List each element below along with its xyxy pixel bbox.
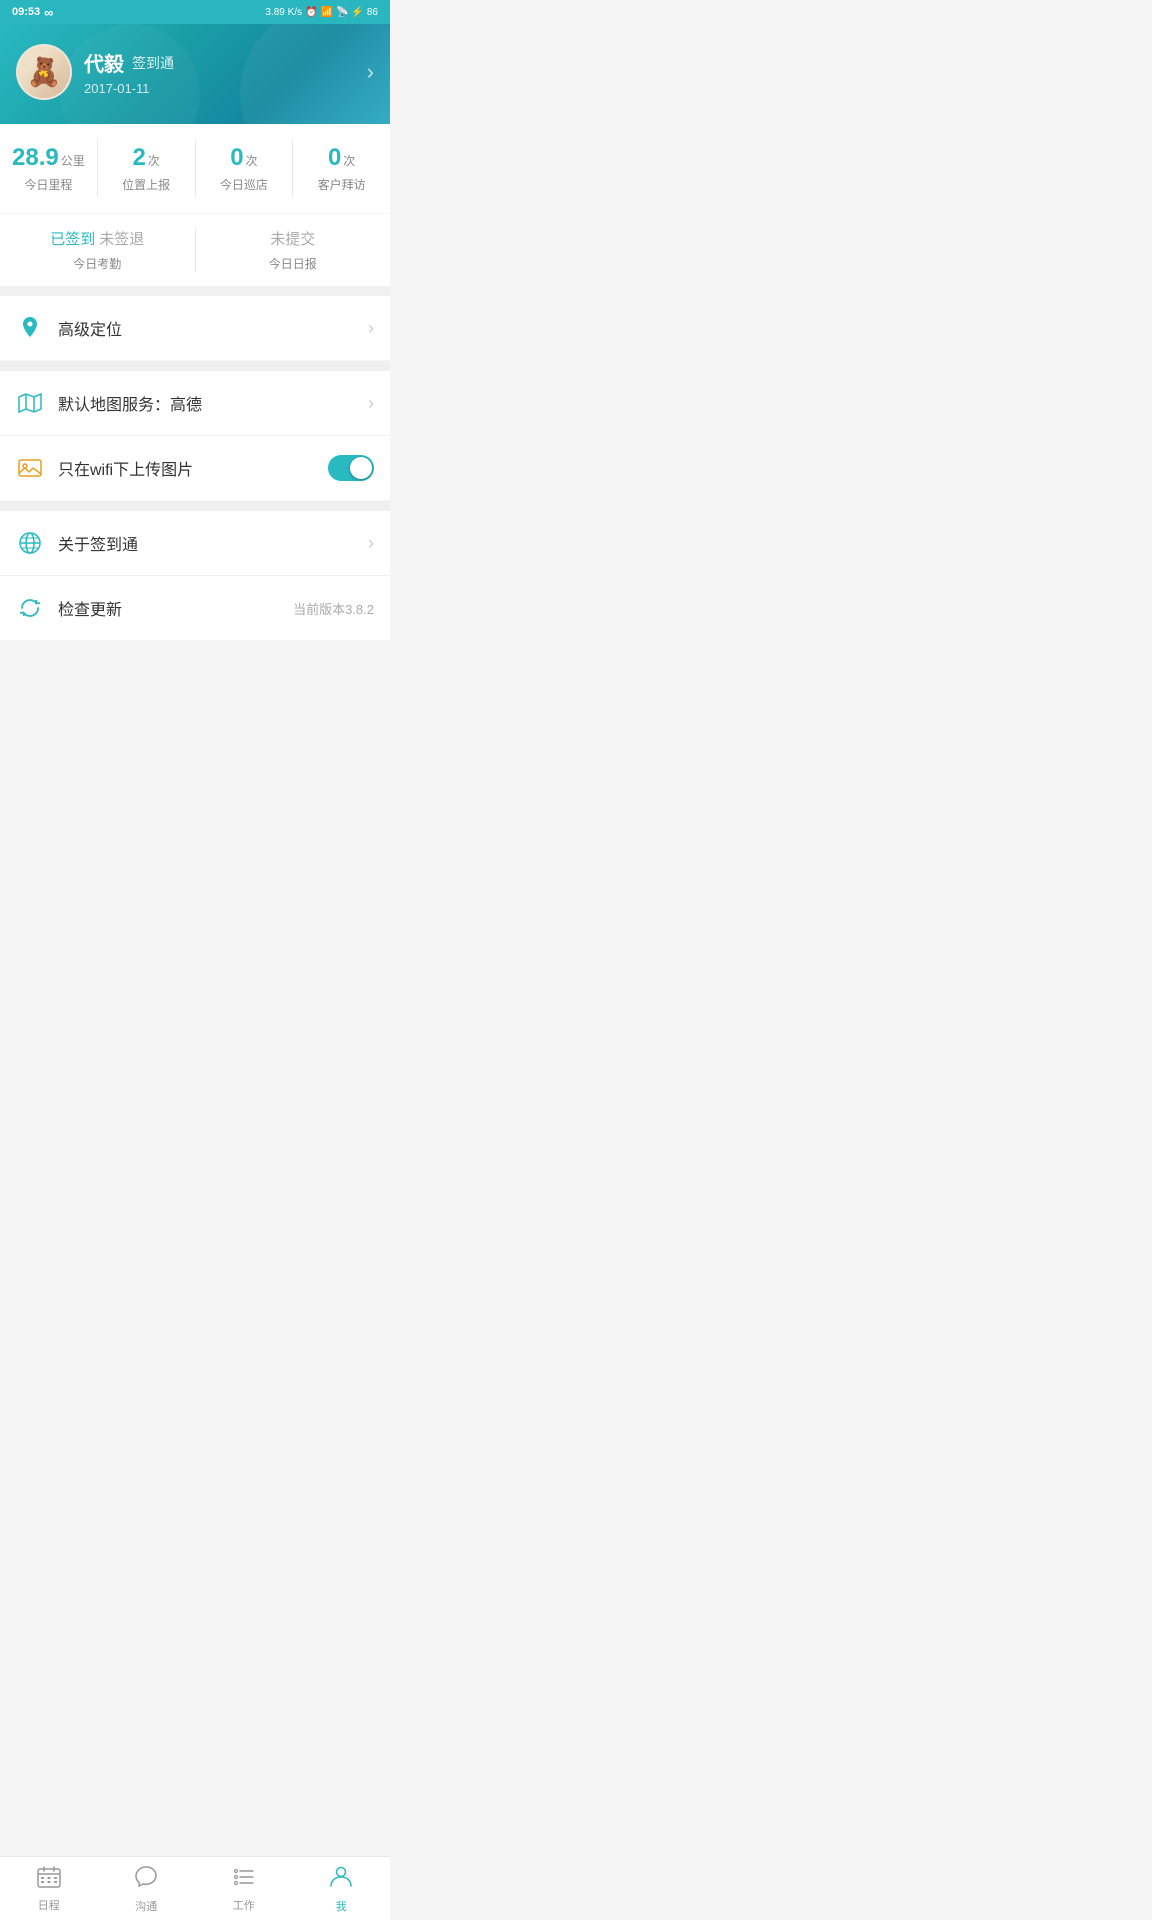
not-submitted-label: 未提交 [270, 228, 315, 249]
menu-item-default-map[interactable]: 默认地图服务：高德 › [0, 371, 390, 436]
stat-location-unit: 次 [148, 152, 160, 169]
menu-left-about: 关于签到通 [16, 529, 138, 557]
section-divider-2 [0, 361, 390, 371]
stat-visit-unit: 次 [343, 152, 355, 169]
status-bar: 09:53 ∞ 3.89 K/s ⏰ 📶 📡 ⚡ 86 [0, 0, 390, 24]
stat-visit-label: 客户拜访 [318, 176, 366, 193]
signal-icon: 📡 [336, 7, 348, 18]
wifi-icon: 📶 [321, 7, 333, 18]
battery-level: 86 [367, 7, 378, 18]
location-icon [16, 314, 44, 342]
nav-label-me: 我 [336, 1898, 347, 1914]
nav-item-schedule[interactable]: 日程 [0, 1857, 98, 1920]
version-text: 当前版本3.8.2 [293, 599, 374, 618]
map-icon [16, 389, 44, 417]
menu-text-wifi: 只在wifi下上传图片 [58, 456, 193, 480]
stat-mileage-unit: 公里 [61, 152, 85, 169]
stat-location-number: 2 [132, 144, 145, 172]
work-icon [233, 1866, 255, 1894]
nav-label-chat: 沟通 [135, 1898, 157, 1914]
chevron-right-icon-map: › [368, 393, 374, 414]
wifi-upload-toggle[interactable] [328, 455, 374, 481]
nav-label-schedule: 日程 [38, 1897, 60, 1913]
chevron-right-icon-about: › [368, 533, 374, 554]
bottom-nav: 日程 沟通 工作 我 [0, 1856, 390, 1920]
profile-info: 代毅 签到通 2017-01-11 [84, 48, 174, 96]
network-speed: 3.89 K/s [265, 7, 302, 18]
image-icon [16, 454, 44, 482]
stat-visit-number: 0 [328, 144, 341, 172]
profile-date: 2017-01-11 [84, 81, 174, 96]
menu-left-location: 高级定位 [16, 314, 122, 342]
not-signed-out-label: 未签退 [99, 228, 144, 249]
stat-patrol-number: 0 [230, 144, 243, 172]
status-left: 09:53 ∞ [12, 5, 53, 20]
nav-item-chat[interactable]: 沟通 [98, 1857, 196, 1920]
attendance-label-2: 今日日报 [269, 255, 317, 272]
stat-mileage-number: 28.9 [12, 144, 59, 172]
stat-mileage-label: 今日里程 [24, 176, 72, 193]
menu-left-map: 默认地图服务：高德 [16, 389, 202, 417]
clock-icon: ⏰ [305, 7, 317, 18]
nav-item-work[interactable]: 工作 [195, 1857, 293, 1920]
menu-left-wifi: 只在wifi下上传图片 [16, 454, 193, 482]
menu-section-location: 高级定位 › [0, 296, 390, 360]
menu-text-location: 高级定位 [58, 316, 122, 340]
menu-left-update: 检查更新 [16, 594, 122, 622]
stat-patrol-unit: 次 [246, 152, 258, 169]
chat-icon [134, 1865, 158, 1895]
stat-patrol-label: 今日巡店 [220, 176, 268, 193]
menu-text-update: 检查更新 [58, 596, 122, 620]
stat-patrol: 0 次 今日巡店 [196, 140, 294, 197]
status-right: 3.89 K/s ⏰ 📶 📡 ⚡ 86 [265, 7, 378, 18]
section-divider-1 [0, 286, 390, 296]
status-time: 09:53 [12, 6, 40, 18]
menu-text-about: 关于签到通 [58, 531, 138, 555]
menu-section-about: 关于签到通 › 检查更新 当前版本3.8.2 [0, 511, 390, 640]
nav-label-work: 工作 [233, 1897, 255, 1913]
profile-left: 代毅 签到通 2017-01-11 [16, 44, 174, 100]
toggle-knob [350, 457, 372, 479]
menu-item-advanced-location[interactable]: 高级定位 › [0, 296, 390, 360]
stat-location: 2 次 位置上报 [98, 140, 196, 197]
profile-banner[interactable]: 代毅 签到通 2017-01-11 › [0, 24, 390, 124]
menu-item-about[interactable]: 关于签到通 › [0, 511, 390, 576]
menu-section-map: 默认地图服务：高德 › 只在wifi下上传图片 [0, 371, 390, 500]
stat-location-label: 位置上报 [122, 176, 170, 193]
globe-icon [16, 529, 44, 557]
schedule-icon [37, 1866, 61, 1894]
menu-text-map: 默认地图服务：高德 [58, 391, 202, 415]
infinity-icon: ∞ [44, 5, 53, 20]
profile-app-name: 签到通 [132, 53, 174, 73]
menu-item-wifi-upload[interactable]: 只在wifi下上传图片 [0, 436, 390, 500]
profile-name: 代毅 [84, 48, 124, 77]
attendance-report: 未提交 今日日报 [196, 228, 391, 272]
profile-chevron-right-icon: › [367, 59, 374, 85]
attendance-label-1: 今日考勤 [73, 255, 121, 272]
attendance-checkin: 已签到 未签退 今日考勤 [0, 228, 196, 272]
stat-visit: 0 次 客户拜访 [293, 140, 390, 197]
menu-item-check-update[interactable]: 检查更新 当前版本3.8.2 [0, 576, 390, 640]
section-divider-3 [0, 501, 390, 511]
bolt-icon: ⚡ [351, 7, 363, 18]
attendance-section: 已签到 未签退 今日考勤 未提交 今日日报 [0, 214, 390, 286]
nav-item-me[interactable]: 我 [293, 1857, 391, 1920]
avatar [16, 44, 72, 100]
stat-mileage: 28.9 公里 今日里程 [0, 140, 98, 197]
person-icon [330, 1865, 352, 1895]
stats-section: 28.9 公里 今日里程 2 次 位置上报 0 次 今日巡店 0 次 客户拜访 [0, 124, 390, 213]
refresh-icon [16, 594, 44, 622]
signed-in-label: 已签到 [50, 228, 95, 249]
chevron-right-icon-location: › [368, 318, 374, 339]
